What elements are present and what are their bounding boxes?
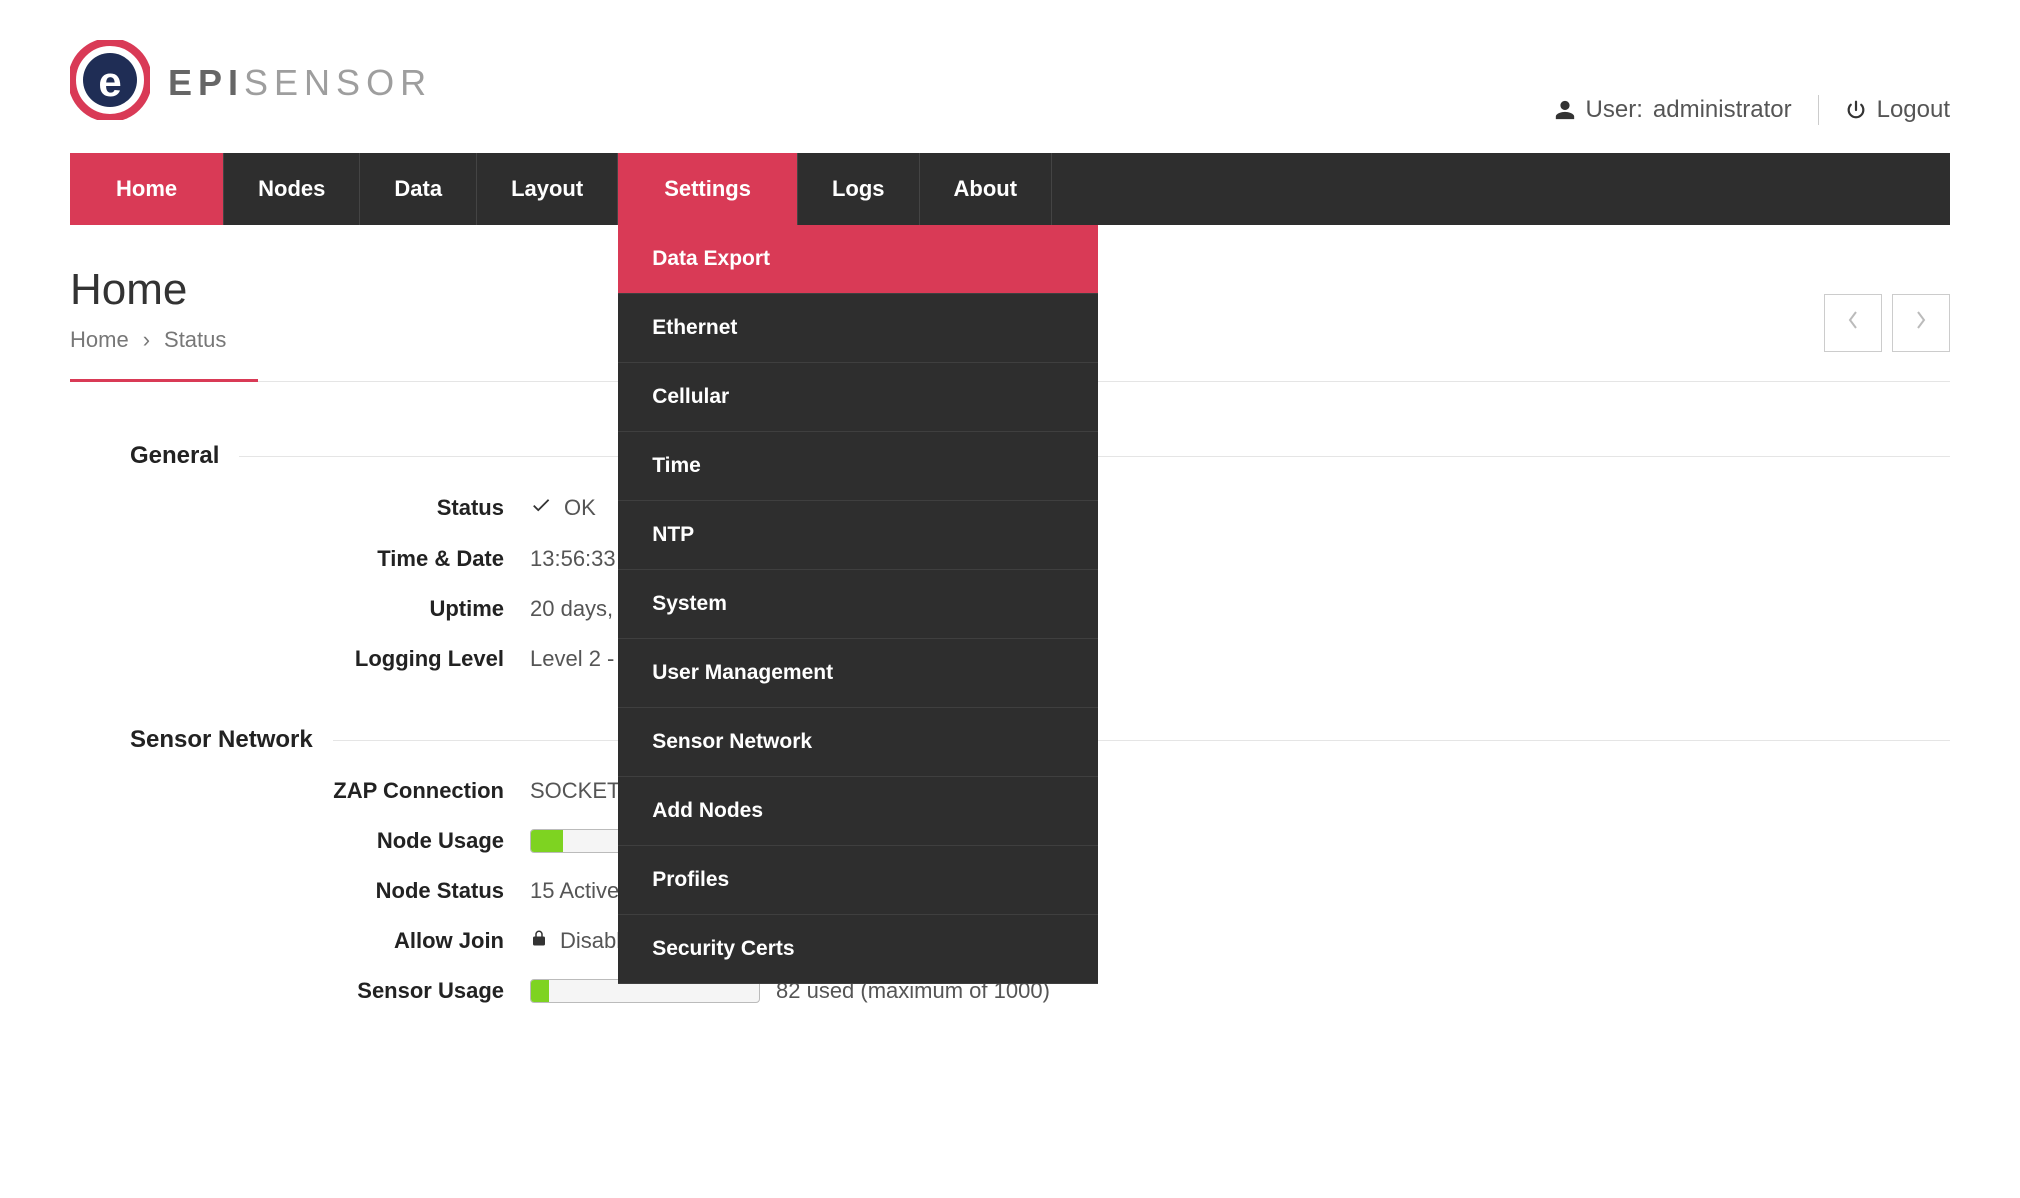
logo-icon: e [70, 40, 150, 125]
dd-time[interactable]: Time [618, 432, 1098, 501]
nav-settings[interactable]: Settings Data Export Ethernet Cellular T… [618, 153, 798, 225]
label-node-status: Node Status [130, 878, 530, 904]
label-logging-level: Logging Level [130, 646, 530, 672]
dd-system[interactable]: System [618, 570, 1098, 639]
breadcrumb-underline [70, 379, 258, 382]
dd-security-certs[interactable]: Security Certs [618, 915, 1098, 984]
label-time-date: Time & Date [130, 546, 530, 572]
dd-cellular[interactable]: Cellular [618, 363, 1098, 432]
brand-text-a: EPI [168, 62, 244, 103]
value-node-status: 15 Active [530, 878, 619, 904]
page-arrows [1824, 294, 1950, 352]
nav-home[interactable]: Home [70, 153, 224, 225]
lock-icon [530, 928, 548, 954]
value-logging-level: Level 2 - [530, 646, 614, 672]
dd-sensor-network[interactable]: Sensor Network [618, 708, 1098, 777]
nav-settings-label: Settings [664, 176, 751, 202]
nav-nodes[interactable]: Nodes [224, 153, 360, 225]
user-prefix: User: [1586, 96, 1643, 124]
header: e EPISENSOR User: administrator Logout [70, 40, 1950, 125]
dd-user-management[interactable]: User Management [618, 639, 1098, 708]
label-uptime: Uptime [130, 596, 530, 622]
nav-about-label: About [954, 176, 1018, 202]
value-status: OK [564, 495, 596, 521]
breadcrumb: Home › Status [70, 327, 226, 381]
svg-text:e: e [98, 58, 121, 105]
main-nav: Home Nodes Data Layout Settings Data Exp… [70, 153, 1950, 225]
value-time-date: 13:56:33 [530, 546, 616, 572]
user-info[interactable]: User: administrator [1554, 96, 1792, 124]
breadcrumb-separator: › [143, 327, 150, 353]
nav-about[interactable]: About [920, 153, 1053, 225]
nav-data[interactable]: Data [360, 153, 477, 225]
dd-profiles[interactable]: Profiles [618, 846, 1098, 915]
label-zap-connection: ZAP Connection [130, 778, 530, 804]
dd-ntp[interactable]: NTP [618, 501, 1098, 570]
next-button[interactable] [1892, 294, 1950, 352]
check-icon [530, 494, 552, 522]
brand-text: EPISENSOR [168, 62, 432, 104]
chevron-right-icon [1913, 308, 1929, 339]
nav-data-label: Data [394, 176, 442, 202]
nav-logs[interactable]: Logs [798, 153, 920, 225]
label-sensor-usage: Sensor Usage [130, 978, 530, 1004]
label-status: Status [130, 495, 530, 521]
dd-data-export[interactable]: Data Export [618, 225, 1098, 294]
value-zap-connection: SOCKET [530, 778, 620, 804]
user-icon [1554, 99, 1576, 121]
label-node-usage: Node Usage [130, 828, 530, 854]
value-uptime: 20 days, [530, 596, 613, 622]
chevron-left-icon [1845, 308, 1861, 339]
userbar: User: administrator Logout [1554, 95, 1950, 125]
power-icon [1845, 99, 1867, 121]
brand-text-b: SENSOR [244, 62, 432, 103]
prev-button[interactable] [1824, 294, 1882, 352]
nav-layout-label: Layout [511, 176, 583, 202]
nav-layout[interactable]: Layout [477, 153, 618, 225]
user-name: administrator [1653, 96, 1792, 124]
logout-label: Logout [1877, 96, 1950, 124]
logo: e EPISENSOR [70, 40, 432, 125]
progress-node-usage-bar [531, 830, 563, 852]
label-allow-join: Allow Join [130, 928, 530, 954]
page-title: Home [70, 265, 226, 315]
logout-button[interactable]: Logout [1845, 96, 1950, 124]
settings-dropdown: Data Export Ethernet Cellular Time NTP S… [618, 225, 1098, 984]
nav-nodes-label: Nodes [258, 176, 325, 202]
breadcrumb-status[interactable]: Status [164, 327, 226, 353]
nav-home-label: Home [116, 176, 177, 202]
dd-ethernet[interactable]: Ethernet [618, 294, 1098, 363]
userbar-divider [1818, 95, 1819, 125]
breadcrumb-home[interactable]: Home [70, 327, 129, 353]
nav-logs-label: Logs [832, 176, 885, 202]
progress-sensor-usage-bar [531, 980, 549, 1002]
dd-add-nodes[interactable]: Add Nodes [618, 777, 1098, 846]
